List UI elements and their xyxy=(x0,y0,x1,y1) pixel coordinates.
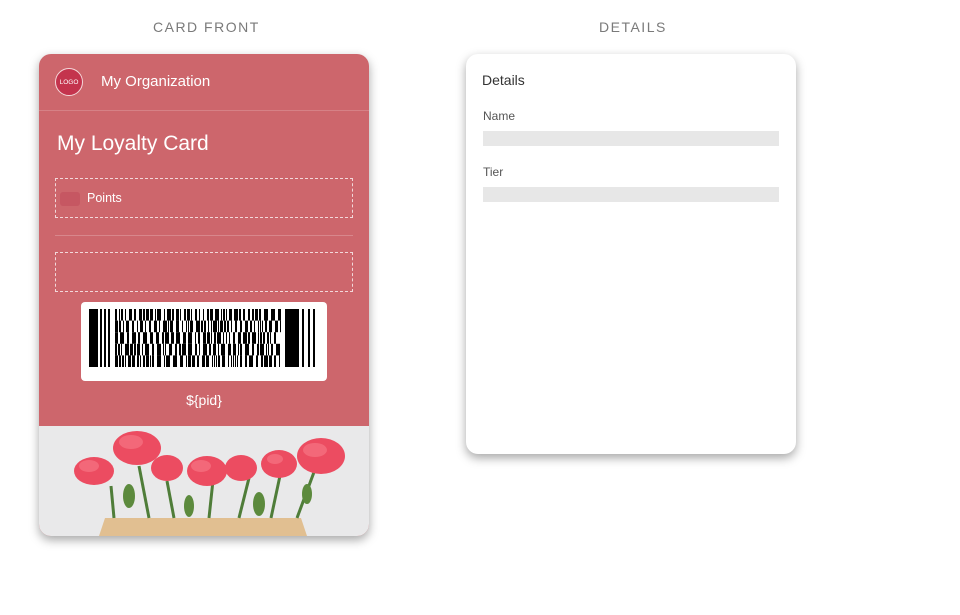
points-swatch xyxy=(60,192,80,206)
divider xyxy=(55,235,353,236)
card-title: My Loyalty Card xyxy=(57,132,209,155)
carnation-bouquet-image xyxy=(39,426,369,536)
detail-label-tier: Tier xyxy=(483,165,504,179)
organization-name: My Organization xyxy=(101,73,211,90)
secondary-field[interactable] xyxy=(55,252,353,292)
points-label: Points xyxy=(87,191,122,205)
details-panel: Details Name Tier xyxy=(466,54,796,454)
detail-label-name: Name xyxy=(483,109,516,123)
points-field[interactable]: Points xyxy=(55,178,353,218)
card-header: LOGO My Organization xyxy=(39,54,369,111)
logo-icon: LOGO xyxy=(55,68,83,96)
details-title: Details xyxy=(482,72,525,88)
card-front: LOGO My Organization My Loyalty Card Poi… xyxy=(39,54,369,536)
barcode-icon xyxy=(89,309,315,367)
detail-value-tier xyxy=(483,187,779,202)
barcode xyxy=(81,302,327,381)
details-label: DETAILS xyxy=(599,19,667,35)
barcode-value: ${pid} xyxy=(186,392,222,408)
detail-value-name xyxy=(483,131,779,146)
card-front-label: CARD FRONT xyxy=(153,19,260,35)
